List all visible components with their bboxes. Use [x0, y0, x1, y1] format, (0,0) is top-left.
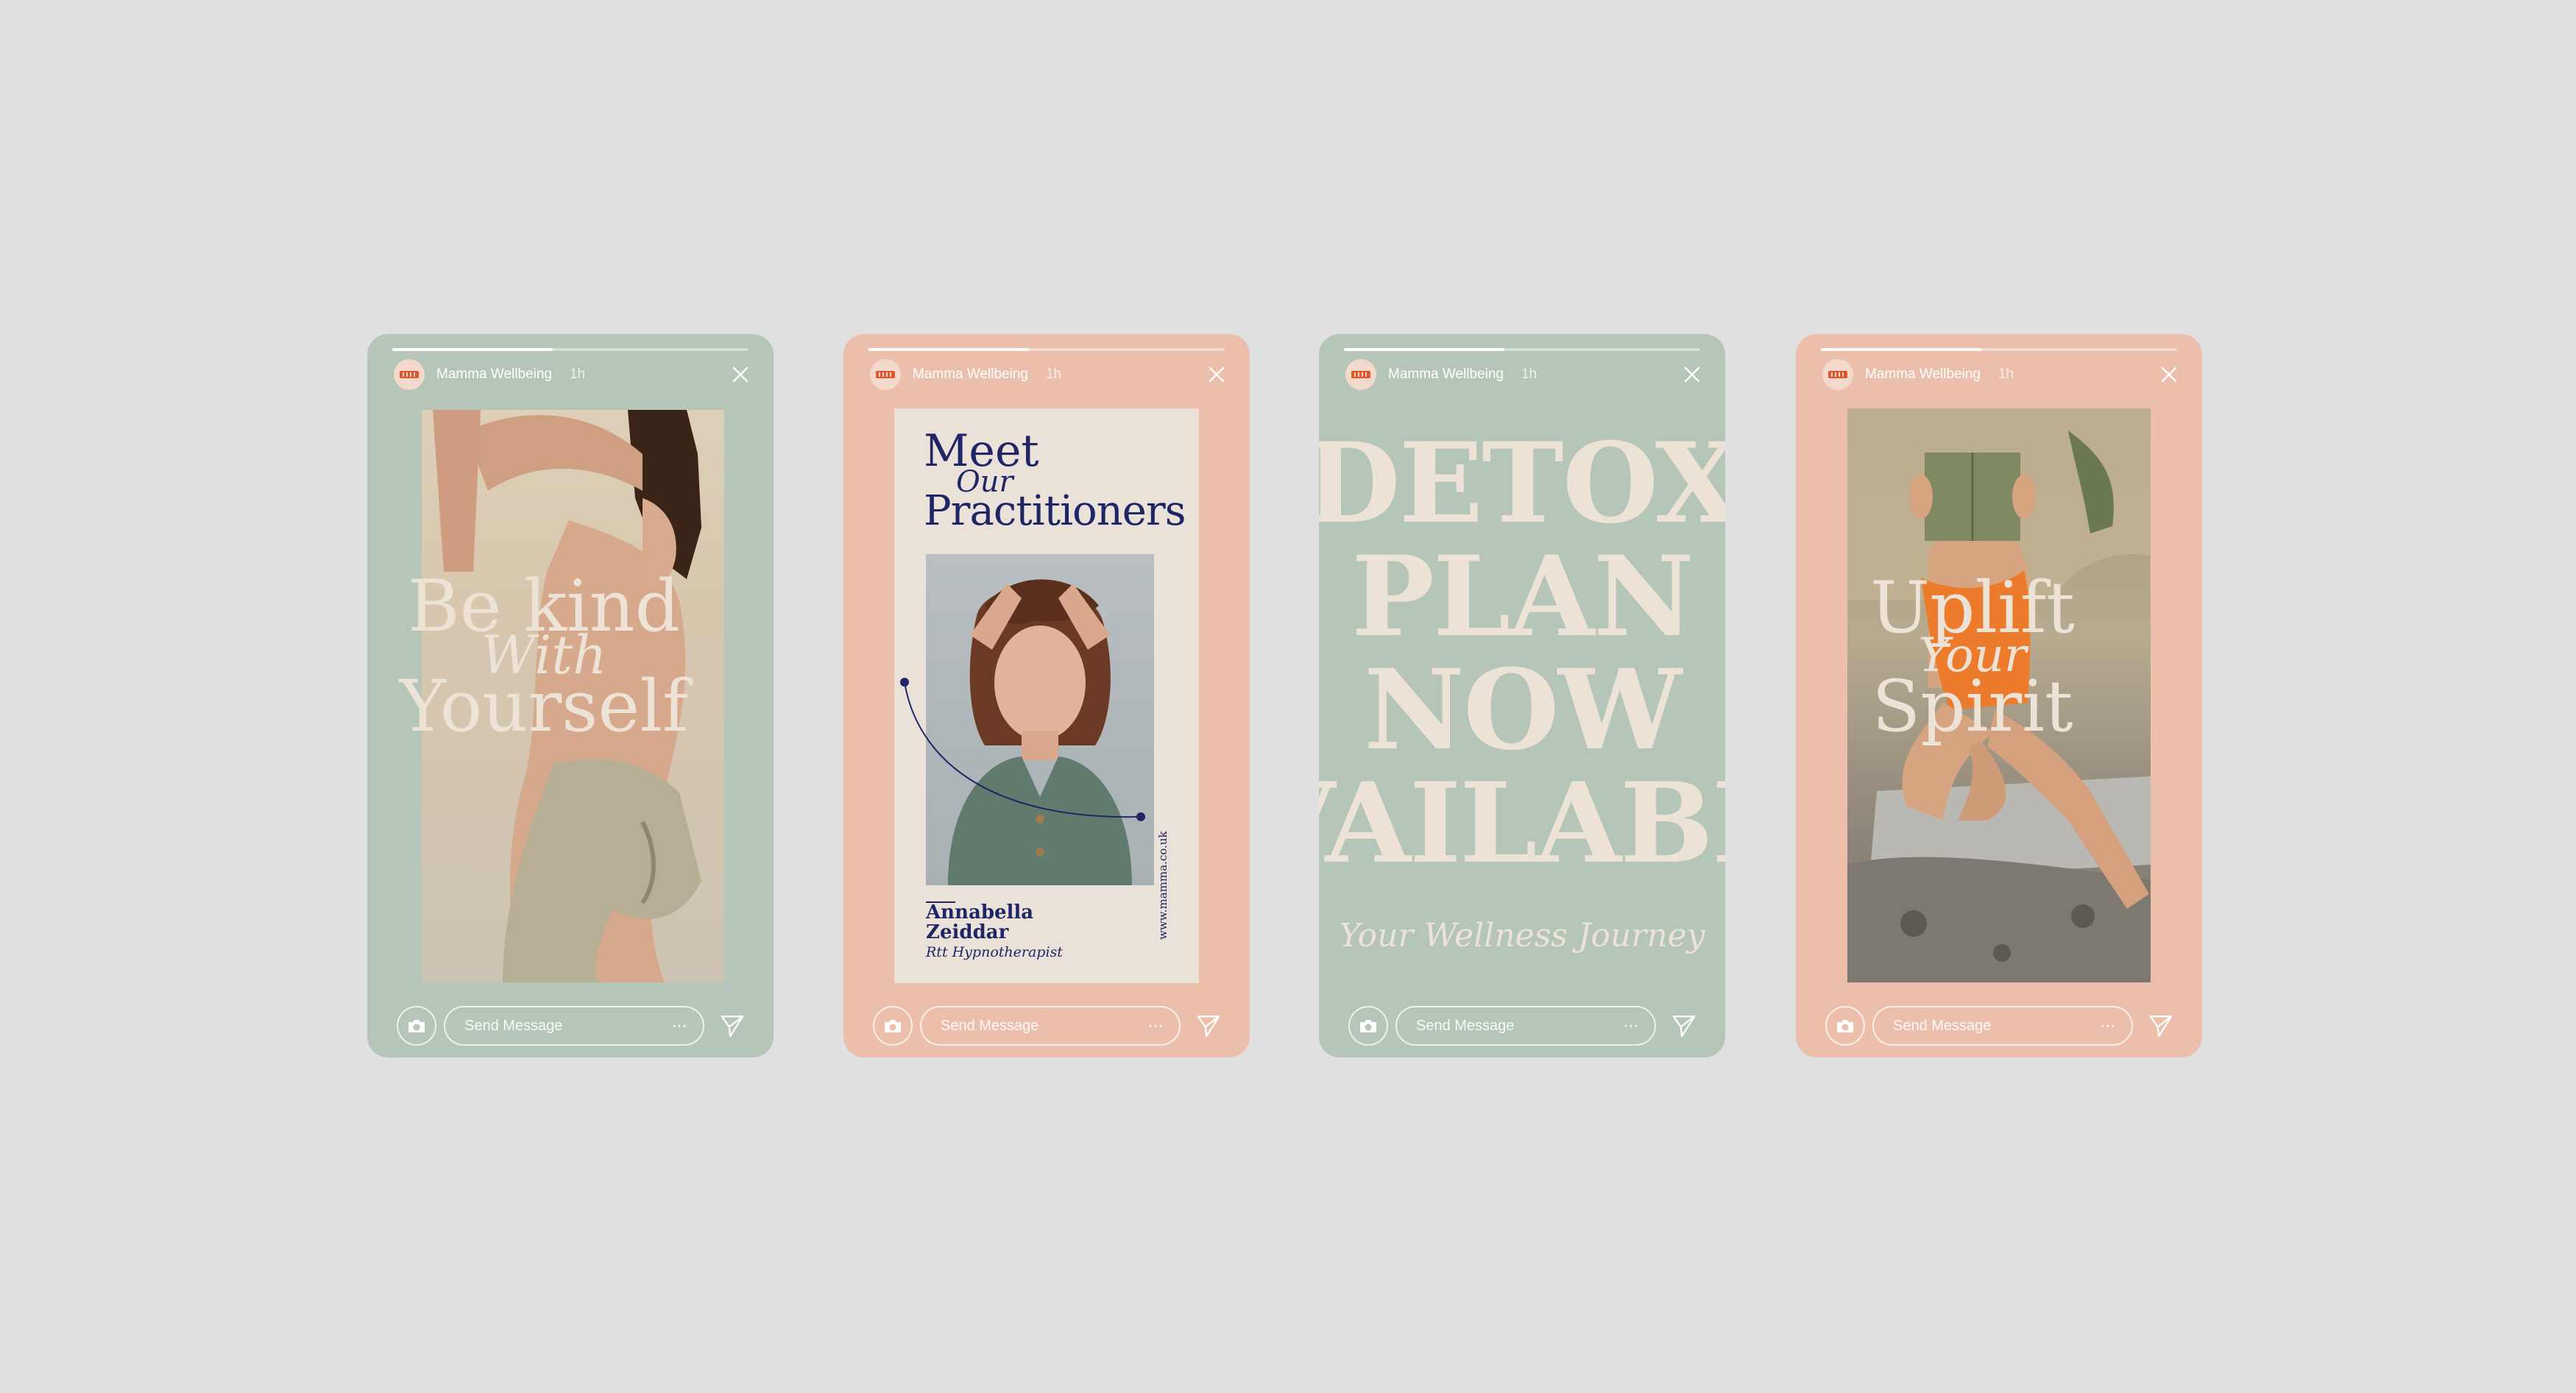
account-name[interactable]: Mamma Wellbeing [436, 366, 552, 383]
more-icon[interactable]: ··· [1147, 1017, 1164, 1035]
story-card-2[interactable]: Mamma Wellbeing 1h Meet Our Practitioner… [843, 334, 1250, 1057]
headline-detox: DETOX [1319, 419, 1725, 548]
tagline: Your Wellness Journey [1339, 917, 1705, 954]
story-progress-bar [868, 348, 1225, 351]
story-footer: Send Message ··· [1348, 1005, 1699, 1046]
website-url: www.mamma.co.uk [1156, 831, 1170, 940]
camera-icon [885, 1020, 901, 1032]
brand-logo-icon [1828, 371, 1847, 378]
send-icon[interactable] [718, 1011, 747, 1041]
account-avatar[interactable] [1822, 359, 1853, 390]
account-avatar[interactable] [394, 359, 425, 390]
account-avatar[interactable] [1345, 359, 1376, 390]
headline-line2: Yourself [399, 665, 689, 748]
story-footer: Send Message ··· [1825, 1005, 2176, 1046]
send-icon[interactable] [1194, 1011, 1223, 1041]
story-header: Mamma Wellbeing 1h [394, 358, 751, 391]
story-progress-bar [392, 348, 749, 351]
more-icon[interactable]: ··· [1623, 1017, 1639, 1035]
story-progress-bar [1344, 348, 1700, 351]
practitioner-name: Annabella Zeiddar [926, 901, 1034, 944]
brand-logo-icon [1351, 371, 1370, 378]
camera-button[interactable] [873, 1006, 913, 1046]
brand-logo-icon [876, 371, 895, 378]
close-icon[interactable] [2158, 364, 2180, 386]
practitioner-photo [926, 554, 1154, 885]
message-placeholder: Send Message [1893, 1017, 1992, 1034]
story-footer: Send Message ··· [873, 1005, 1223, 1046]
camera-icon [1360, 1020, 1376, 1032]
account-name[interactable]: Mamma Wellbeing [1865, 366, 1981, 383]
close-icon[interactable] [1681, 364, 1703, 386]
story-progress-bar [1821, 348, 2177, 351]
send-icon[interactable] [2146, 1011, 2176, 1041]
camera-button[interactable] [1348, 1006, 1388, 1046]
story-header: Mamma Wellbeing 1h [870, 358, 1228, 391]
send-message-input[interactable]: Send Message ··· [444, 1006, 704, 1046]
camera-icon [1837, 1020, 1853, 1032]
more-icon[interactable]: ··· [671, 1017, 687, 1035]
post-time: 1h [1045, 366, 1062, 382]
practitioner-role: Rtt Hypnotherapist [926, 944, 1063, 960]
camera-button[interactable] [397, 1006, 436, 1046]
title-line2: Practitioners [924, 487, 1186, 535]
headline-available: AVAILABLE [1319, 759, 1725, 888]
practitioner-card: Meet Our Practitioners Annabella Zeiddar… [894, 408, 1199, 983]
account-name[interactable]: Mamma Wellbeing [913, 366, 1028, 383]
practitioner-last-name: Zeiddar [926, 921, 1009, 944]
message-placeholder: Send Message [464, 1017, 563, 1034]
send-message-input[interactable]: Send Message ··· [920, 1006, 1181, 1046]
practitioner-first-name: Annabella [926, 901, 1034, 924]
send-message-input[interactable]: Send Message ··· [1872, 1006, 2133, 1046]
send-icon[interactable] [1669, 1011, 1699, 1041]
more-icon[interactable]: ··· [2100, 1017, 2116, 1035]
headline-line2: Spirit [1872, 665, 2073, 748]
close-icon[interactable] [1206, 364, 1228, 386]
message-placeholder: Send Message [1416, 1017, 1515, 1034]
post-time: 1h [569, 366, 586, 382]
post-time: 1h [1998, 366, 2014, 382]
camera-button[interactable] [1825, 1006, 1865, 1046]
brand-logo-icon [400, 371, 419, 378]
story-header: Mamma Wellbeing 1h [1822, 358, 2180, 391]
account-name[interactable]: Mamma Wellbeing [1388, 366, 1504, 383]
story-header: Mamma Wellbeing 1h [1345, 358, 1703, 391]
account-avatar[interactable] [870, 359, 901, 390]
post-time: 1h [1521, 366, 1538, 382]
message-placeholder: Send Message [941, 1017, 1039, 1034]
headline-now: NOW [1363, 645, 1682, 775]
send-message-input[interactable]: Send Message ··· [1395, 1006, 1656, 1046]
story-footer: Send Message ··· [397, 1005, 747, 1046]
headline-plan: PLAN [1351, 532, 1694, 662]
story-card-1[interactable]: Mamma Wellbeing 1h Be kind With Yourself [367, 334, 774, 1057]
story-card-4[interactable]: Mamma Wellbeing 1h Uplift Your Spirit Se… [1796, 334, 2202, 1057]
story-card-3[interactable]: Mamma Wellbeing 1h DETOX PLAN NOW AVAILA… [1319, 334, 1725, 1057]
close-icon[interactable] [729, 364, 751, 386]
camera-icon [408, 1020, 425, 1032]
